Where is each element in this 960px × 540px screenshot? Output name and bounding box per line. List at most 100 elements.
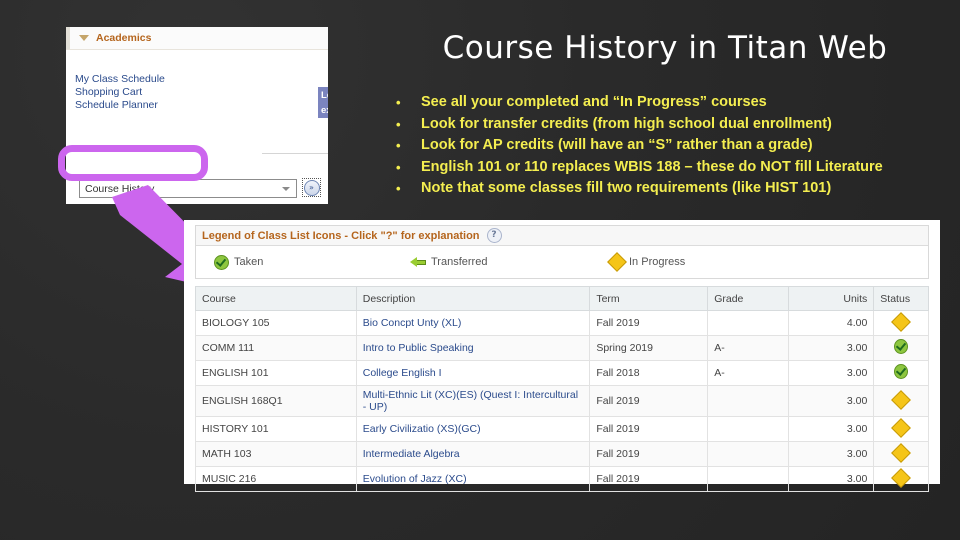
legend-item-in-progress: In Progress bbox=[607, 252, 810, 272]
sidebar-link-shopping-cart[interactable]: Shopping Cart bbox=[75, 86, 142, 98]
cell-term: Fall 2019 bbox=[589, 441, 709, 467]
status-badge bbox=[891, 442, 912, 463]
legend-item-transferred: Transferred bbox=[410, 256, 610, 268]
bullet-dot-icon: • bbox=[396, 116, 401, 132]
cell-description: Bio Concpt Unty (XL) bbox=[355, 310, 591, 336]
cell-grade: A- bbox=[707, 360, 789, 386]
taken-check-icon bbox=[894, 363, 909, 379]
academics-panel-header: Academics bbox=[66, 27, 328, 50]
cell-description: College English I bbox=[355, 360, 591, 386]
sidebar-link-schedule-planner[interactable]: Schedule Planner bbox=[75, 99, 158, 111]
table-header-row: Course Description Term Grade Units Status bbox=[195, 286, 929, 311]
cell-grade bbox=[707, 385, 789, 417]
table-row[interactable]: HISTORY 101 Early Civilizatio (XS)(GC) Fal… bbox=[195, 416, 929, 442]
column-header-grade[interactable]: Grade bbox=[707, 286, 789, 311]
column-header-units[interactable]: Units bbox=[787, 286, 875, 311]
cell-units: 3.00 bbox=[787, 441, 875, 467]
status-badge bbox=[894, 338, 909, 354]
cell-course: MATH 103 bbox=[195, 441, 357, 467]
column-header-description[interactable]: Description bbox=[355, 286, 591, 311]
cell-term: Fall 2019 bbox=[589, 310, 709, 336]
bullet-text: See all your completed and “In Progress”… bbox=[421, 94, 767, 110]
cell-term: Spring 2019 bbox=[589, 335, 709, 361]
legend-tooltip-line-2: explanation bbox=[321, 105, 328, 116]
cell-units: 3.00 bbox=[787, 360, 875, 386]
bullet-text: Look for transfer credits (from high sch… bbox=[421, 115, 832, 132]
cell-grade bbox=[707, 441, 789, 467]
cell-description: Evolution of Jazz (XC) bbox=[355, 466, 591, 492]
panel-side-tab bbox=[66, 27, 70, 49]
status-badge bbox=[891, 311, 912, 332]
cell-status bbox=[873, 385, 929, 417]
bullet-text: English 101 or 110 replaces WBIS 188 – t… bbox=[421, 158, 883, 175]
in-progress-diamond-icon bbox=[891, 417, 912, 438]
status-badge bbox=[894, 363, 909, 379]
table-row[interactable]: MUSIC 216 Evolution of Jazz (XC) Fall 2019… bbox=[195, 466, 929, 492]
cell-course: ENGLISH 168Q1 bbox=[195, 385, 357, 417]
cell-status bbox=[873, 360, 929, 386]
legend-tooltip-line-1: Legend of Cl bbox=[321, 90, 328, 101]
go-button[interactable]: » bbox=[302, 178, 321, 197]
bullet-item: • Look for AP credits (will have an “S” r… bbox=[393, 135, 938, 157]
cell-term: Fall 2018 bbox=[589, 360, 709, 386]
cell-status bbox=[873, 466, 929, 492]
cell-course: BIOLOGY 105 bbox=[195, 310, 357, 336]
status-badge bbox=[891, 389, 912, 410]
in-progress-diamond-icon bbox=[891, 311, 912, 332]
legend-tooltip-callout: Legend of Cl explanation bbox=[318, 87, 328, 118]
cell-course: ENGLISH 101 bbox=[195, 360, 357, 386]
table-row[interactable]: BIOLOGY 105 Bio Concpt Unty (XL) Fall 2019… bbox=[195, 310, 929, 336]
cell-units: 4.00 bbox=[787, 310, 875, 336]
in-progress-diamond-icon bbox=[891, 467, 912, 488]
cell-units: 3.00 bbox=[787, 385, 875, 417]
course-history-table-screenshot: Legend of Class List Icons - Click "?" f… bbox=[184, 220, 940, 492]
table-row[interactable]: COMM 111 Intro to Public Speaking Spring 2… bbox=[195, 335, 929, 361]
table-body: BIOLOGY 105 Bio Concpt Unty (XL) Fall 2019… bbox=[195, 310, 929, 492]
status-badge bbox=[891, 417, 912, 438]
column-header-course[interactable]: Course bbox=[195, 286, 357, 311]
cell-grade: A- bbox=[707, 335, 789, 361]
cell-term: Fall 2019 bbox=[589, 466, 709, 492]
column-header-term[interactable]: Term bbox=[589, 286, 709, 311]
bullet-item: • Look for transfer credits (from high sc… bbox=[393, 114, 938, 136]
page-title: Course History in Titan Web bbox=[442, 30, 888, 66]
in-progress-diamond-icon bbox=[607, 252, 627, 272]
bullet-dot-icon: • bbox=[396, 138, 401, 153]
in-progress-diamond-icon bbox=[891, 442, 912, 463]
academics-panel-screenshot: Academics My Class Schedule Shopping Car… bbox=[66, 27, 328, 204]
cell-units: 3.00 bbox=[787, 335, 875, 361]
bullet-item: • English 101 or 110 replaces WBIS 188 – … bbox=[393, 157, 938, 179]
bullet-list: • See all your completed and “In Progress… bbox=[393, 92, 938, 200]
table-row[interactable]: ENGLISH 168Q1 Multi-Ethnic Lit (XC)(ES) (… bbox=[195, 385, 929, 417]
course-history-table: Course Description Term Grade Units Status BI… bbox=[195, 286, 929, 492]
cell-units: 3.00 bbox=[787, 466, 875, 492]
cell-grade bbox=[707, 310, 789, 336]
column-header-status[interactable]: Status bbox=[873, 286, 929, 311]
double-chevron-right-icon: » bbox=[303, 179, 320, 196]
legend-label-in-progress: In Progress bbox=[629, 256, 686, 268]
cell-grade bbox=[707, 416, 789, 442]
bullet-item: • Note that some classes fill two require… bbox=[393, 178, 938, 200]
bullet-dot-icon: • bbox=[396, 181, 401, 196]
cell-status bbox=[873, 441, 929, 467]
cell-description: Multi-Ethnic Lit (XC)(ES) (Quest I: Inte… bbox=[355, 385, 591, 417]
academics-header-label: Academics bbox=[96, 32, 152, 44]
cell-description: Intro to Public Speaking bbox=[355, 335, 591, 361]
cell-description: Intermediate Algebra bbox=[355, 441, 591, 467]
triangle-down-icon[interactable] bbox=[79, 35, 89, 41]
legend-label-taken: Taken bbox=[234, 256, 264, 268]
table-row[interactable]: ENGLISH 101 College English I Fall 2018 A- 3… bbox=[195, 360, 929, 386]
bullet-dot-icon: • bbox=[396, 159, 401, 175]
legend-box: Legend of Class List Icons - Click "?" f… bbox=[195, 225, 929, 279]
legend-items-row: Taken Transferred In Progress bbox=[196, 246, 928, 278]
taken-check-icon bbox=[894, 338, 909, 354]
table-row[interactable]: MATH 103 Intermediate Algebra Fall 2019 3.0… bbox=[195, 441, 929, 467]
chevron-down-icon bbox=[282, 187, 290, 191]
help-question-icon[interactable]: ? bbox=[486, 228, 502, 243]
sidebar-link-my-class-schedule[interactable]: My Class Schedule bbox=[75, 73, 165, 85]
bullet-text: Look for AP credits (will have an “S” ra… bbox=[421, 137, 813, 153]
cell-course: MUSIC 216 bbox=[195, 466, 357, 492]
panel-divider bbox=[262, 153, 328, 154]
legend-title-label: Legend of Class List Icons - Click "?" f… bbox=[202, 229, 480, 242]
status-badge bbox=[891, 467, 912, 488]
